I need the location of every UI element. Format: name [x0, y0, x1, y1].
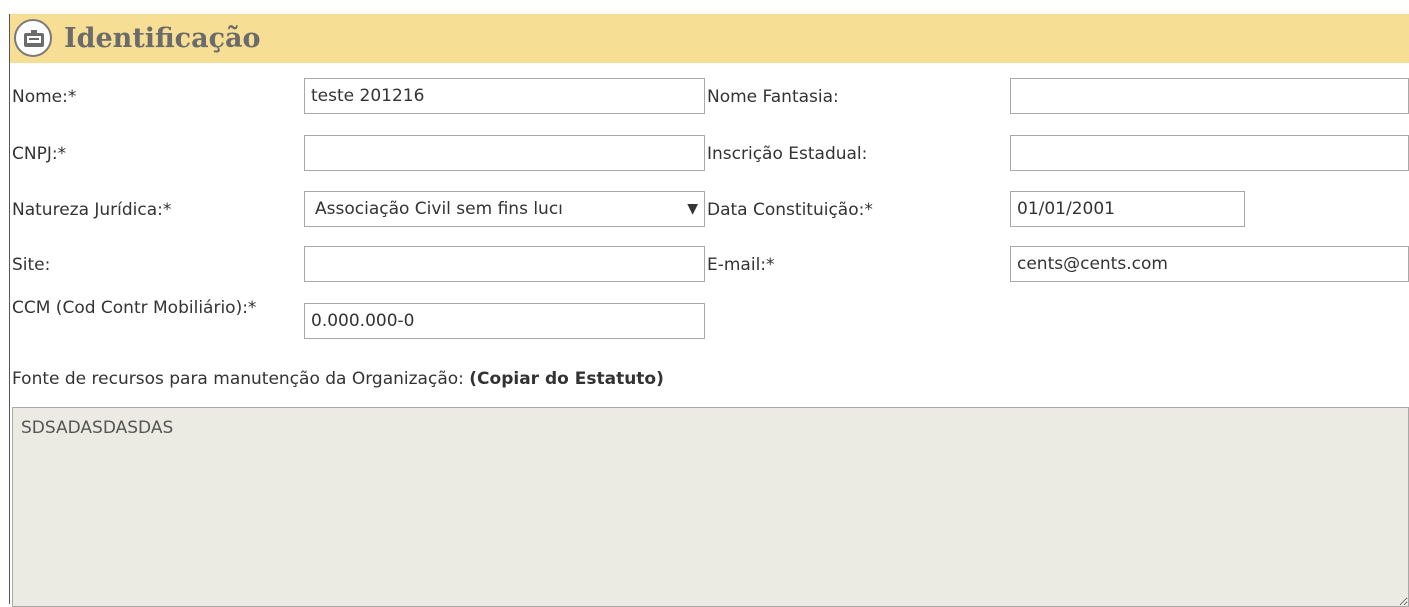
section-header: Identificação — [10, 14, 1409, 63]
natureza-juridica-selected: Associação Civil sem fins lucı — [315, 199, 563, 219]
inscricao-estadual-input[interactable] — [1010, 135, 1409, 171]
nome-label: Nome:* — [12, 87, 77, 107]
data-constituicao-input[interactable] — [1010, 191, 1245, 227]
fonte-recursos-text: Fonte de recursos para manutenção da Org… — [12, 369, 464, 389]
nome-input[interactable] — [304, 78, 705, 114]
site-input[interactable] — [304, 246, 705, 282]
natureza-juridica-select[interactable]: Associação Civil sem fins lucı ▼ — [304, 191, 705, 227]
email-input[interactable] — [1010, 246, 1409, 282]
nome-fantasia-input[interactable] — [1010, 78, 1409, 114]
fonte-recursos-textarea[interactable]: SDSADASDASDAS — [12, 407, 1409, 607]
copiar-estatuto-note: (Copiar do Estatuto) — [469, 369, 664, 389]
fonte-recursos-label: Fonte de recursos para manutenção da Org… — [12, 369, 664, 389]
email-label: E-mail:* — [707, 255, 775, 275]
identification-card-icon — [14, 19, 52, 57]
data-constituicao-label: Data Constituição:* — [707, 200, 873, 220]
ccm-input[interactable] — [304, 303, 705, 339]
nome-fantasia-label: Nome Fantasia: — [707, 87, 839, 107]
section-title: Identificação — [64, 23, 261, 54]
cnpj-label: CNPJ:* — [12, 144, 67, 164]
section-left-border — [9, 14, 10, 604]
inscricao-estadual-label: Inscrição Estadual: — [707, 144, 868, 164]
site-label: Site: — [12, 255, 51, 275]
natureza-juridica-label: Natureza Jurídica:* — [12, 200, 172, 220]
ccm-label: CCM (Cod Contr Mobiliário):* — [12, 298, 257, 318]
cnpj-input[interactable] — [304, 135, 705, 171]
dropdown-arrow-icon: ▼ — [687, 201, 698, 217]
